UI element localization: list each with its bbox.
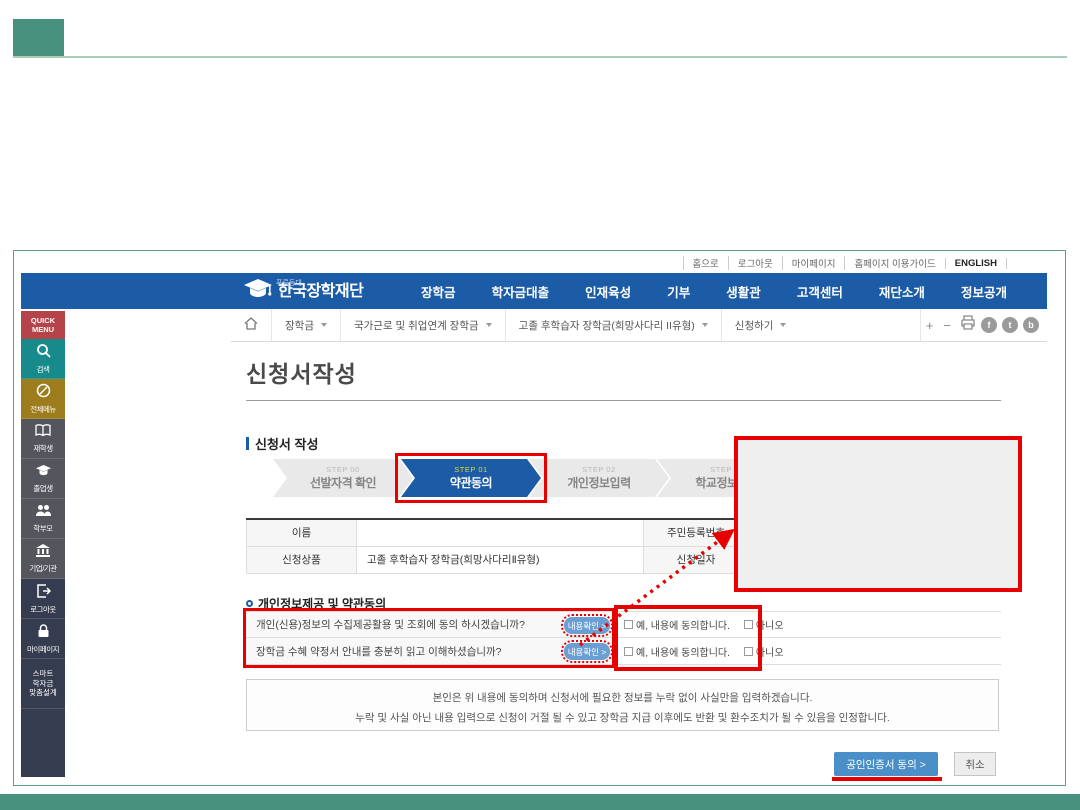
nav-menu: 장학금 학자금대출 인재육성 기부 생활관 고객센터 재단소개 정보공개 [421,273,1007,309]
logo-subtext: 푸른등대 [276,278,302,288]
logo[interactable]: 푸른등대 한국장학재단 [243,277,363,306]
link-home[interactable]: 홈으로 [683,256,728,270]
step-0-eligibility[interactable]: STEP 00선발자격 확인 [273,459,413,497]
page-tools: + − f t b [920,309,1047,341]
red-highlight-questions [243,608,615,668]
chevron-down-icon [702,323,708,327]
link-guide[interactable]: 홈페이지 이용가이드 [844,256,944,270]
breadcrumb-item-3[interactable]: 고졸 후학습자 장학금(희망사다리 II유형) [505,309,721,341]
sidebar-item-logout[interactable]: 로그아웃 [21,579,65,619]
sidebar-item-smart-planner[interactable]: 스마트학자금맞춤설계 [21,659,65,709]
chevron-down-icon [321,323,327,327]
search-icon [36,343,51,363]
main-navbar: 푸른등대 한국장학재단 장학금 학자금대출 인재육성 기부 생활관 고객센터 재… [21,273,1047,309]
nav-dormitory[interactable]: 생활관 [726,282,761,301]
nav-loans[interactable]: 학자금대출 [492,282,550,301]
nav-disclosure[interactable]: 정보공개 [961,282,1007,301]
graduation-cap-icon [243,277,273,306]
top-divider-line [13,56,1067,58]
bullet-icon [246,600,253,607]
home-icon [244,317,258,333]
section-marker [246,437,249,450]
sidebar-item-all-menu[interactable]: 전체메뉴 [21,379,65,419]
sidebar-item-graduate[interactable]: 졸업생 [21,459,65,499]
sidebar-item-student[interactable]: 재학생 [21,419,65,459]
title-divider [246,400,1001,401]
sidebar-item-company[interactable]: 기업/기관 [21,539,65,579]
twitter-icon[interactable]: t [1002,317,1018,333]
people-icon [35,504,52,522]
blog-icon[interactable]: b [1023,317,1039,333]
cancel-button[interactable]: 취소 [954,752,996,776]
chevron-down-icon [486,323,492,327]
sidebar-item-parents[interactable]: 학부모 [21,499,65,539]
page-title: 신청서작성 [246,355,357,389]
book-icon [35,424,51,442]
red-highlight-checkboxes [614,605,762,671]
cell-date-label: 신청일자 [644,546,749,573]
form-section-header: 신청서 작성 [246,434,318,453]
red-underline-highlight [832,777,942,781]
bottom-teal-bar [0,794,1080,810]
bank-icon [35,544,51,562]
notice-line-1: 본인은 위 내용에 동의하며 신청서에 필요한 정보를 누락 없이 사실만을 입… [247,688,998,708]
certificate-agree-button[interactable]: 공인인증서 동의 > [834,752,938,776]
declaration-notice-box: 본인은 위 내용에 동의하며 신청서에 필요한 정보를 누락 없이 사실만을 입… [246,679,999,731]
notice-line-2: 누락 및 사실 아닌 내용 입력으로 신청이 거절 될 수 있고 장학금 지급 … [247,708,998,728]
facebook-icon[interactable]: f [981,317,997,333]
step-2-personal-info[interactable]: STEP 02개인정보입력 [529,459,669,497]
top-left-decoration [13,19,64,58]
sidebar-item-mypage[interactable]: 마이페이지 [21,619,65,659]
red-highlight-step [395,453,547,503]
cell-product-value: 고졸 후학습자 장학금(희망사다리Ⅱ유형) [357,546,644,573]
sidebar-filler [21,709,65,777]
nav-scholarship[interactable]: 장학금 [421,282,456,301]
link-logout[interactable]: 로그아웃 [728,256,782,270]
breadcrumb-home[interactable] [231,309,271,341]
quick-menu-title: QUICKMENU [21,311,65,339]
screenshot-root: 홈으로 로그아웃 마이페이지 홈페이지 이용가이드 ENGLISH 푸른등대 한… [0,0,1080,810]
nav-talent[interactable]: 인재육성 [585,282,631,301]
print-icon[interactable] [960,315,976,335]
breadcrumb: 장학금 국가근로 및 취업연계 장학금 고졸 후학습자 장학금(희망사다리 II… [231,309,1047,342]
cell-name-label: 이름 [247,519,357,546]
zoom-in-icon[interactable]: + [921,318,939,333]
breadcrumb-item-1[interactable]: 장학금 [271,309,340,341]
utility-links: 홈으로 로그아웃 마이페이지 홈페이지 이용가이드 ENGLISH [683,254,1007,272]
cell-name-value [357,519,644,546]
breadcrumb-item-2[interactable]: 국가근로 및 취업연계 장학금 [340,309,505,341]
breadcrumb-item-4[interactable]: 신청하기 [721,309,800,341]
nav-donation[interactable]: 기부 [667,282,690,301]
logout-icon [36,584,51,603]
link-mypage[interactable]: 마이페이지 [782,256,845,270]
graduation-cap-icon [35,464,52,482]
quick-menu-sidebar: QUICKMENU 검색 전체메뉴 재학생 졸업생 학부모 [21,311,65,777]
nav-about[interactable]: 재단소개 [879,282,925,301]
link-english[interactable]: ENGLISH [945,258,1007,269]
nav-customer[interactable]: 고객센터 [797,282,843,301]
website-frame: 홈으로 로그아웃 마이페이지 홈페이지 이용가이드 ENGLISH 푸른등대 한… [13,250,1066,786]
zoom-out-icon[interactable]: − [938,318,956,333]
compass-icon [36,383,51,403]
cell-ssn-label: 주민등록번호 [644,519,749,546]
cell-product-label: 신청상품 [247,546,357,573]
sidebar-item-search[interactable]: 검색 [21,339,65,379]
red-highlight-masked-box [734,436,1022,592]
chevron-down-icon [780,323,786,327]
lock-icon [37,624,50,643]
